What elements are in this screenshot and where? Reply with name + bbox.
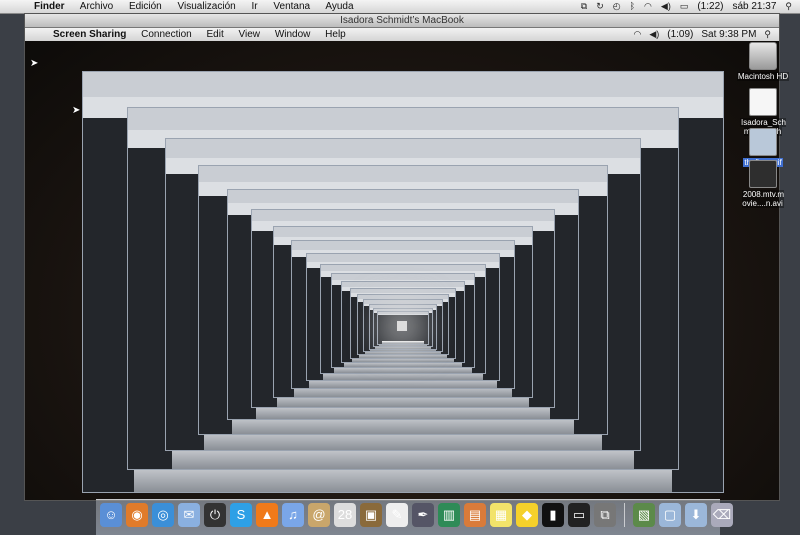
terminal2-icon[interactable]: ▮ <box>542 503 564 527</box>
menubar-status: ⧉ ↻ ◴ ᛒ ◠ ◀) ▭ (1:22) sáb 21:37 ⚲ <box>581 0 792 13</box>
remote-screen[interactable] <box>25 41 779 500</box>
vanishing-point <box>397 320 407 331</box>
nested-dock <box>382 341 424 345</box>
remote-menu-view[interactable]: View <box>239 29 261 40</box>
stickies-icon[interactable]: ▦ <box>490 503 512 527</box>
screen-sharing-window: Isadora Schmidt’s MacBook Screen Sharing… <box>24 13 780 501</box>
window-title: Isadora Schmidt’s MacBook <box>340 15 464 26</box>
battery-icon[interactable]: ▭ <box>680 0 689 13</box>
hard-drive-icon <box>749 42 777 70</box>
nested-menubar <box>378 313 428 316</box>
wifi-icon[interactable]: ◠ <box>644 0 652 13</box>
pencil-icon[interactable]: ✒ <box>412 503 434 527</box>
menu-ventana[interactable]: Ventana <box>273 1 310 12</box>
remote-menu-window[interactable]: Window <box>275 29 311 40</box>
video-file-icon <box>749 160 777 188</box>
firefox-icon[interactable]: ◉ <box>126 503 148 527</box>
skype-icon[interactable]: S <box>230 503 252 527</box>
menu-archivo[interactable]: Archivo <box>80 1 113 12</box>
vlc-icon[interactable]: ▲ <box>256 503 278 527</box>
time-machine-icon[interactable]: ◴ <box>613 0 621 13</box>
trash-icon[interactable]: ⌫ <box>711 503 733 527</box>
remote-volume-icon[interactable]: ◀) <box>649 28 659 41</box>
remote-menu-edit[interactable]: Edit <box>207 29 224 40</box>
chart-icon[interactable]: ▥ <box>438 503 460 527</box>
monitor-icon[interactable]: ▭ <box>568 503 590 527</box>
desktop-icon-avi[interactable]: 2008.mtv.m ovie....n.avi <box>731 160 795 208</box>
remote-status: ◠ ◀) (1:09) Sat 9:38 PM ⚲ <box>633 28 771 41</box>
remote-menu-connection[interactable]: Connection <box>141 29 192 40</box>
pages-icon[interactable]: ▤ <box>464 503 486 527</box>
adium-icon[interactable]: ◆ <box>516 503 538 527</box>
safari-icon[interactable]: ◎ <box>152 503 174 527</box>
cursor-icon: ➤ <box>30 58 39 69</box>
address-book-icon[interactable]: @ <box>308 503 330 527</box>
folder-icon[interactable]: ▢ <box>659 503 681 527</box>
nested-menubar <box>199 166 607 184</box>
dock-items: ☺ ◉ ◎ ✉ ⏻ S ▲ ♫ @28 ▣ ✎ ✒ ▥ ▤ ▦ ◆ ▮ ▭ ⧉ ▧ ▢ ⬇ ⌫ <box>100 503 733 527</box>
downloads-icon[interactable]: ⬇ <box>685 503 707 527</box>
gif-file-icon <box>749 128 777 156</box>
remote-spotlight-icon[interactable]: ⚲ <box>764 28 771 41</box>
nested-menubar <box>127 108 679 131</box>
preview-icon[interactable]: ▣ <box>360 503 382 527</box>
remote-clock[interactable]: Sat 9:38 PM <box>701 28 756 41</box>
menu-ir[interactable]: Ir <box>252 1 258 12</box>
battery-time[interactable]: (1:22) <box>697 0 723 13</box>
remote-menu-help[interactable]: Help <box>325 29 346 40</box>
itunes-icon[interactable]: ♫ <box>282 503 304 527</box>
terminal-icon[interactable]: ⏻ <box>204 503 226 527</box>
desktop-icon-label: Macintosh HD <box>736 72 790 81</box>
volume-icon[interactable]: ◀) <box>661 0 671 13</box>
finder-icon[interactable]: ☺ <box>100 503 122 527</box>
nested-menubar <box>166 139 640 160</box>
menu-visualizacion[interactable]: Visualización <box>178 1 236 12</box>
screen-sharing-icon[interactable]: ⧉ <box>594 503 616 527</box>
desktop-icon-label: 2008.mtv.m ovie....n.avi <box>741 190 785 208</box>
menu-ayuda[interactable]: Ayuda <box>325 1 353 12</box>
textedit-icon[interactable]: ✎ <box>386 503 408 527</box>
mail-icon[interactable]: ✉ <box>178 503 200 527</box>
dock: ☺ ◉ ◎ ✉ ⏻ S ▲ ♫ @28 ▣ ✎ ✒ ▥ ▤ ▦ ◆ ▮ ▭ ⧉ ▧ ▢ ⬇ ⌫ <box>96 499 733 535</box>
cursor-icon: ➤ <box>72 105 81 116</box>
menu-finder[interactable]: Finder <box>34 1 65 12</box>
bluetooth-icon[interactable]: ᛒ <box>630 0 635 13</box>
remote-menubar: Screen Sharing Connection Edit View Wind… <box>25 28 779 42</box>
dock-separator <box>624 503 625 527</box>
remote-menus: Screen Sharing Connection Edit View Wind… <box>53 28 358 41</box>
nested-menubar <box>227 189 579 205</box>
spotlight-icon[interactable]: ⚲ <box>785 0 792 13</box>
desktop-icon-hd[interactable]: Macintosh HD <box>731 42 795 81</box>
menu-edicion[interactable]: Edición <box>129 1 162 12</box>
menubar: Finder Archivo Edición Visualización Ir … <box>0 0 800 14</box>
screen-sharing-status-icon[interactable]: ⧉ <box>581 0 587 13</box>
photo-icon[interactable]: ▧ <box>633 503 655 527</box>
remote-wifi-icon[interactable]: ◠ <box>633 28 641 41</box>
nested-menubar <box>83 71 723 98</box>
sync-icon[interactable]: ↻ <box>596 0 604 13</box>
remote-battery-time[interactable]: (1:09) <box>667 28 693 41</box>
window-titlebar[interactable]: Isadora Schmidt’s MacBook <box>25 14 779 28</box>
clock[interactable]: sáb 21:37 <box>732 0 776 13</box>
remote-menu-app[interactable]: Screen Sharing <box>53 29 126 40</box>
ical-icon[interactable]: 28 <box>334 503 356 527</box>
menubar-menus: Finder Archivo Edición Visualización Ir … <box>34 0 367 13</box>
pdf-file-icon <box>749 88 777 116</box>
